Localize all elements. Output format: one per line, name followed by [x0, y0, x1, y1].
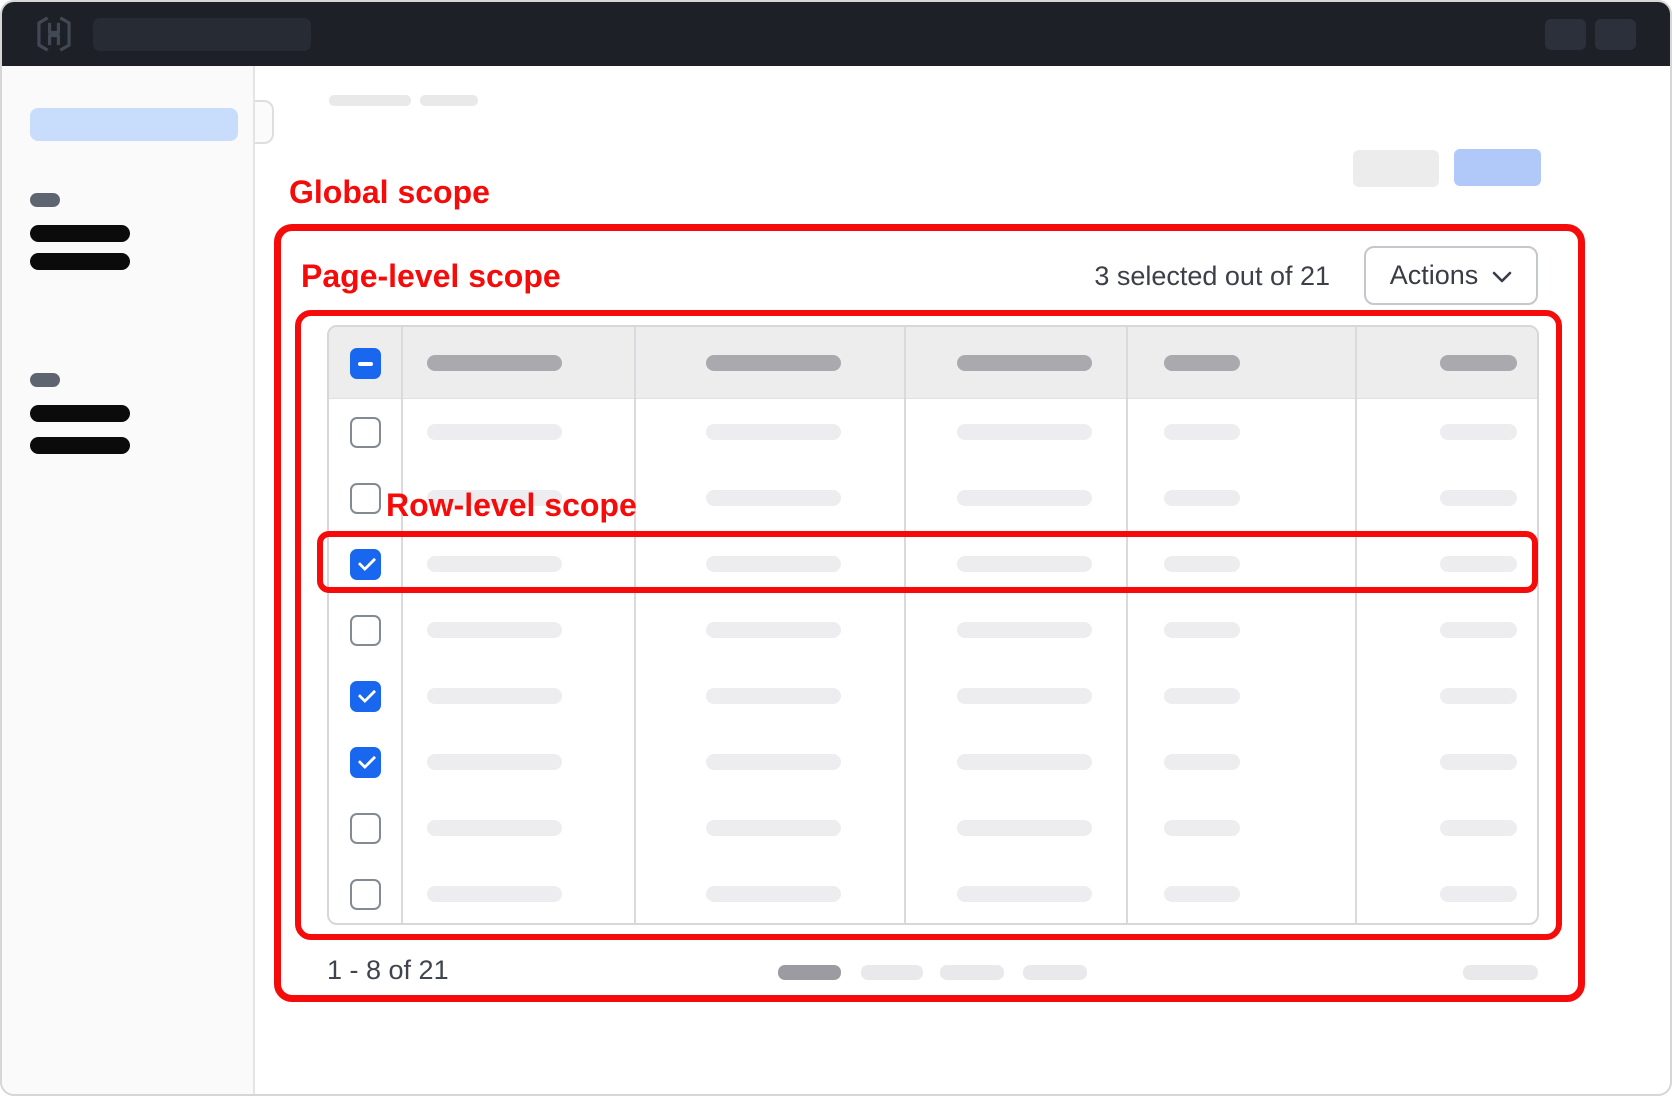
cell-skeleton [1440, 754, 1517, 770]
cell-skeleton [1440, 556, 1517, 572]
select-all-checkbox[interactable] [350, 348, 381, 379]
nav-action-skeleton-2[interactable] [1595, 19, 1636, 50]
cell-skeleton [1440, 886, 1517, 902]
cell-skeleton [957, 622, 1092, 638]
cell-skeleton [957, 754, 1092, 770]
selection-table [327, 325, 1539, 925]
cell-skeleton [706, 622, 841, 638]
pagination-control-skeleton[interactable] [940, 965, 1004, 980]
app-window: Global scope Page-level scope Row-level … [0, 0, 1672, 1096]
row-checkbox[interactable] [350, 483, 381, 514]
row-checkbox[interactable] [350, 681, 381, 712]
cell-skeleton [706, 820, 841, 836]
page-scope-label: Page-level scope [301, 258, 561, 295]
sidebar-active-item-skeleton[interactable] [30, 108, 238, 141]
cell-skeleton [1164, 556, 1240, 572]
table-row[interactable] [329, 597, 1537, 663]
primary-button-skeleton[interactable] [1454, 149, 1541, 186]
column-header-skeleton [427, 355, 562, 371]
table-row[interactable] [329, 531, 1537, 597]
cell-skeleton [427, 424, 562, 440]
sidebar [2, 66, 255, 1096]
cell-skeleton [957, 886, 1092, 902]
table-row[interactable] [329, 861, 1537, 925]
cell-skeleton [1164, 424, 1240, 440]
cell-skeleton [427, 622, 562, 638]
actions-dropdown-button[interactable]: Actions [1364, 246, 1538, 305]
cell-skeleton [1164, 820, 1240, 836]
sidebar-group-label-skeleton [30, 373, 60, 387]
selection-summary: 3 selected out of 21 [1094, 261, 1330, 292]
table-row[interactable] [329, 399, 1537, 465]
top-navbar [2, 2, 1670, 66]
cell-skeleton [1440, 424, 1517, 440]
cell-skeleton [1164, 490, 1240, 506]
sidebar-item-skeleton[interactable] [30, 437, 130, 454]
cell-skeleton [706, 424, 841, 440]
column-header-skeleton [957, 355, 1092, 371]
table-row[interactable] [329, 729, 1537, 795]
cell-skeleton [706, 886, 841, 902]
pagination-range: 1 - 8 of 21 [327, 955, 449, 986]
row-checkbox[interactable] [350, 549, 381, 580]
hashicorp-logo [35, 15, 73, 53]
sidebar-group-label-skeleton [30, 193, 60, 207]
cell-skeleton [706, 688, 841, 704]
cell-skeleton [957, 424, 1092, 440]
cell-skeleton [706, 490, 841, 506]
pagination-page-size-skeleton[interactable] [1463, 965, 1538, 980]
table-row[interactable] [329, 663, 1537, 729]
cell-skeleton [427, 754, 562, 770]
cell-skeleton [1440, 820, 1517, 836]
column-header-skeleton [1440, 355, 1517, 371]
actions-button-label: Actions [1390, 260, 1479, 291]
cell-skeleton [957, 490, 1092, 506]
cell-skeleton [1164, 754, 1240, 770]
row-checkbox[interactable] [350, 417, 381, 448]
cell-skeleton [427, 820, 562, 836]
table-row[interactable] [329, 795, 1537, 861]
cell-skeleton [957, 556, 1092, 572]
row-checkbox[interactable] [350, 813, 381, 844]
row-checkbox[interactable] [350, 747, 381, 778]
secondary-button-skeleton[interactable] [1353, 150, 1439, 187]
global-search-skeleton[interactable] [93, 18, 311, 51]
row-scope-label: Row-level scope [386, 487, 637, 524]
cell-skeleton [1164, 688, 1240, 704]
cell-skeleton [706, 556, 841, 572]
pagination-control-skeleton[interactable] [1023, 965, 1087, 980]
cell-skeleton [706, 754, 841, 770]
cell-skeleton [427, 886, 562, 902]
cell-skeleton [957, 820, 1092, 836]
cell-skeleton [1440, 490, 1517, 506]
cell-skeleton [1164, 622, 1240, 638]
breadcrumb-segment-skeleton[interactable] [420, 95, 478, 106]
column-header-skeleton [706, 355, 841, 371]
row-checkbox[interactable] [350, 879, 381, 910]
cell-skeleton [427, 688, 562, 704]
pagination-control-skeleton[interactable] [861, 965, 923, 980]
cell-skeleton [957, 688, 1092, 704]
cell-skeleton [1440, 622, 1517, 638]
global-scope-label: Global scope [289, 174, 490, 211]
pagination-control-skeleton[interactable] [778, 965, 841, 980]
row-checkbox[interactable] [350, 615, 381, 646]
breadcrumb-segment-skeleton[interactable] [329, 95, 411, 106]
column-header-skeleton [1164, 355, 1240, 371]
nav-action-skeleton-1[interactable] [1545, 19, 1586, 50]
sidebar-item-skeleton[interactable] [30, 405, 130, 422]
chevron-down-icon [1492, 271, 1512, 283]
sidebar-collapse-handle[interactable] [253, 100, 274, 144]
cell-skeleton [1440, 688, 1517, 704]
cell-skeleton [427, 556, 562, 572]
sidebar-item-skeleton[interactable] [30, 253, 130, 270]
sidebar-item-skeleton[interactable] [30, 225, 130, 242]
cell-skeleton [1164, 886, 1240, 902]
